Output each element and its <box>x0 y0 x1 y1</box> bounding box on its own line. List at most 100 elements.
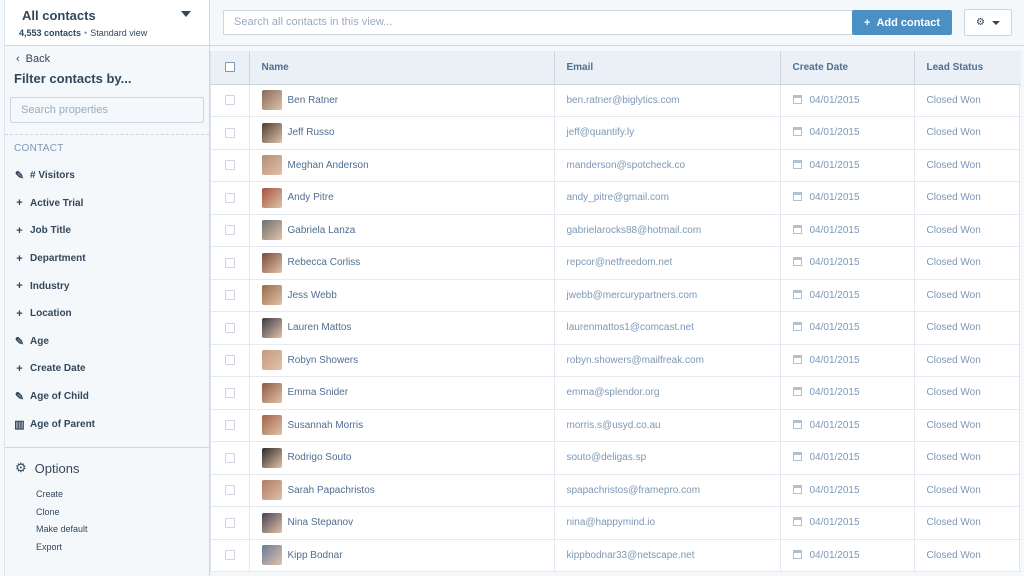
contact-name: Kipp Bodnar <box>287 549 343 561</box>
email-cell: andy_pitre@gmail.com <box>554 181 781 215</box>
chevron-down-icon[interactable] <box>181 11 191 17</box>
create-date: 04/01/2015 <box>809 452 860 464</box>
row-checkbox[interactable] <box>224 225 235 236</box>
property-item[interactable]: ✎ Age of Child <box>5 383 209 411</box>
contact-name-link[interactable]: Ben Ratner <box>261 90 554 111</box>
table-row[interactable]: Kipp Bodnar kippbodnar33@netscape.net 04/0… <box>211 539 1021 572</box>
create-date-cell: 04/01/2015 <box>780 409 915 442</box>
bar-chart-icon: ▥ <box>14 418 25 431</box>
calendar-icon <box>792 517 802 527</box>
settings-dropdown-button[interactable]: ⚙ <box>964 9 1012 36</box>
table-row[interactable]: Andy Pitre andy_pitre@gmail.com 04/01/2015… <box>211 181 1021 215</box>
contact-name-link[interactable]: Emma Snider <box>261 382 554 403</box>
table-row[interactable]: Sarah Papachristos spapachristos@framepro… <box>211 474 1021 507</box>
row-checkbox[interactable] <box>224 322 235 333</box>
option-create[interactable]: Create <box>36 487 209 505</box>
column-header-create-date[interactable]: Create Date <box>780 51 915 85</box>
property-item[interactable]: + Industry <box>5 272 209 300</box>
email-cell: jwebb@mercurypartners.com <box>554 279 781 312</box>
row-checkbox[interactable] <box>224 192 235 203</box>
row-checkbox[interactable] <box>224 95 235 106</box>
create-date: 04/01/2015 <box>809 484 860 496</box>
contact-name: Andy Pitre <box>287 192 334 204</box>
column-header-email[interactable]: Email <box>554 51 781 85</box>
property-item[interactable]: + Active Trial <box>5 190 209 218</box>
table-row[interactable]: Jeff Russo jeff@quantify.ly 04/01/2015 Clos… <box>211 116 1021 150</box>
table-row[interactable]: Emma Snider emma@splendor.org 04/01/2015 Cl… <box>211 376 1021 410</box>
contact-name-link[interactable]: Andy Pitre <box>261 187 554 208</box>
property-list: ✎ # Visitors + Active Trial + Job Title + De… <box>5 154 209 438</box>
contact-name-link[interactable]: Jeff Russo <box>261 122 554 143</box>
table-row[interactable]: Robyn Showers robyn.showers@mailfreak.com… <box>211 344 1021 377</box>
contact-name: Lauren Mattos <box>287 322 352 334</box>
property-item[interactable]: ✎ # Visitors <box>5 162 209 190</box>
contact-name-link[interactable]: Lauren Mattos <box>261 317 554 338</box>
add-contact-button[interactable]: + Add contact <box>852 10 952 35</box>
plus-icon: + <box>16 252 23 265</box>
table-row[interactable]: Rodrigo Souto souto@deligas.sp 04/01/2015 C… <box>211 441 1021 475</box>
contact-name-link[interactable]: Rodrigo Souto <box>261 447 554 468</box>
back-link[interactable]: ‹ Back <box>5 46 209 65</box>
back-label: Back <box>25 53 51 65</box>
column-header-lead-status[interactable]: Lead Status <box>914 51 1021 85</box>
row-checkbox[interactable] <box>224 550 235 561</box>
create-date: 04/01/2015 <box>809 354 860 366</box>
property-label: Location <box>30 308 72 320</box>
row-checkbox[interactable] <box>224 420 235 431</box>
option-export[interactable]: Export <box>36 540 209 558</box>
row-checkbox[interactable] <box>224 257 235 268</box>
row-checkbox[interactable] <box>224 485 235 496</box>
contact-name-link[interactable]: Meghan Anderson <box>261 155 554 176</box>
name-cell: Nina Stepanov <box>249 506 555 540</box>
lead-status-cell: Closed Won <box>914 474 1021 507</box>
lead-status-cell: Closed Won <box>914 311 1021 345</box>
view-selector[interactable]: All contacts 4,553 contacts • Standard vie… <box>5 0 209 46</box>
contact-name-link[interactable]: Robyn Showers <box>261 350 554 371</box>
property-item[interactable]: + Job Title <box>5 217 209 245</box>
contact-name-link[interactable]: Jess Webb <box>261 285 554 306</box>
contact-name: Rebecca Corliss <box>287 257 361 269</box>
select-all-checkbox[interactable] <box>224 62 235 73</box>
table-row[interactable]: Jess Webb jwebb@mercurypartners.com 04/01/… <box>211 279 1021 312</box>
row-checkbox[interactable] <box>224 517 235 528</box>
contact-name-link[interactable]: Kipp Bodnar <box>261 545 554 566</box>
row-checkbox[interactable] <box>224 290 235 301</box>
property-label: Create Date <box>30 363 86 375</box>
toolbar: Search all contacts in this view... + Ad… <box>210 0 1024 46</box>
contact-name: Jess Webb <box>287 289 337 301</box>
table-row[interactable]: Gabriela Lanza gabrielarocks88@hotmail.co… <box>211 214 1021 247</box>
table-row[interactable]: Susannah Morris morris.s@usyd.co.au 04/01/… <box>211 409 1021 442</box>
contact-name-link[interactable]: Sarah Papachristos <box>261 480 554 501</box>
row-checkbox[interactable] <box>224 127 235 138</box>
property-item[interactable]: ▥ Age of Parent <box>5 410 209 438</box>
create-date-cell: 04/01/2015 <box>780 116 915 150</box>
options-title: Options <box>34 460 80 476</box>
lead-status-cell: Closed Won <box>914 279 1021 312</box>
property-item[interactable]: + Create Date <box>5 355 209 383</box>
row-checkbox[interactable] <box>224 452 235 463</box>
contact-name-link[interactable]: Susannah Morris <box>261 415 554 436</box>
table-row[interactable]: Rebecca Corliss repcor@netfreedom.net 04/0… <box>211 246 1021 280</box>
filter-title: Filter contacts by... <box>14 71 132 86</box>
property-item[interactable]: ✎ Age <box>5 328 209 356</box>
option-clone[interactable]: Clone <box>36 505 209 523</box>
name-cell: Susannah Morris <box>249 409 555 442</box>
property-item[interactable]: + Department <box>5 245 209 273</box>
row-checkbox[interactable] <box>224 355 235 366</box>
table-row[interactable]: Ben Ratner ben.ratner@biglytics.com 04/01/… <box>211 84 1021 117</box>
filter-sidebar: All contacts 4,553 contacts • Standard vie… <box>4 0 210 576</box>
search-contacts-input[interactable]: Search all contacts in this view... <box>223 10 853 35</box>
search-properties-input[interactable]: Search properties <box>10 97 204 123</box>
property-item[interactable]: + Location <box>5 300 209 328</box>
contact-name-link[interactable]: Rebecca Corliss <box>261 252 554 273</box>
contact-name-link[interactable]: Gabriela Lanza <box>261 220 554 241</box>
table-row[interactable]: Nina Stepanov nina@happymind.io 04/01/2015… <box>211 506 1021 540</box>
row-checkbox[interactable] <box>224 160 235 171</box>
table-row[interactable]: Meghan Anderson manderson@spotcheck.co 04/… <box>211 149 1021 182</box>
row-checkbox[interactable] <box>224 387 235 398</box>
contact-name-link[interactable]: Nina Stepanov <box>261 512 554 533</box>
create-date: 04/01/2015 <box>809 159 860 171</box>
option-make-default[interactable]: Make default <box>36 522 209 540</box>
table-row[interactable]: Lauren Mattos laurenmattos1@comcast.net 04… <box>211 311 1021 345</box>
column-header-name[interactable]: Name <box>249 51 555 85</box>
